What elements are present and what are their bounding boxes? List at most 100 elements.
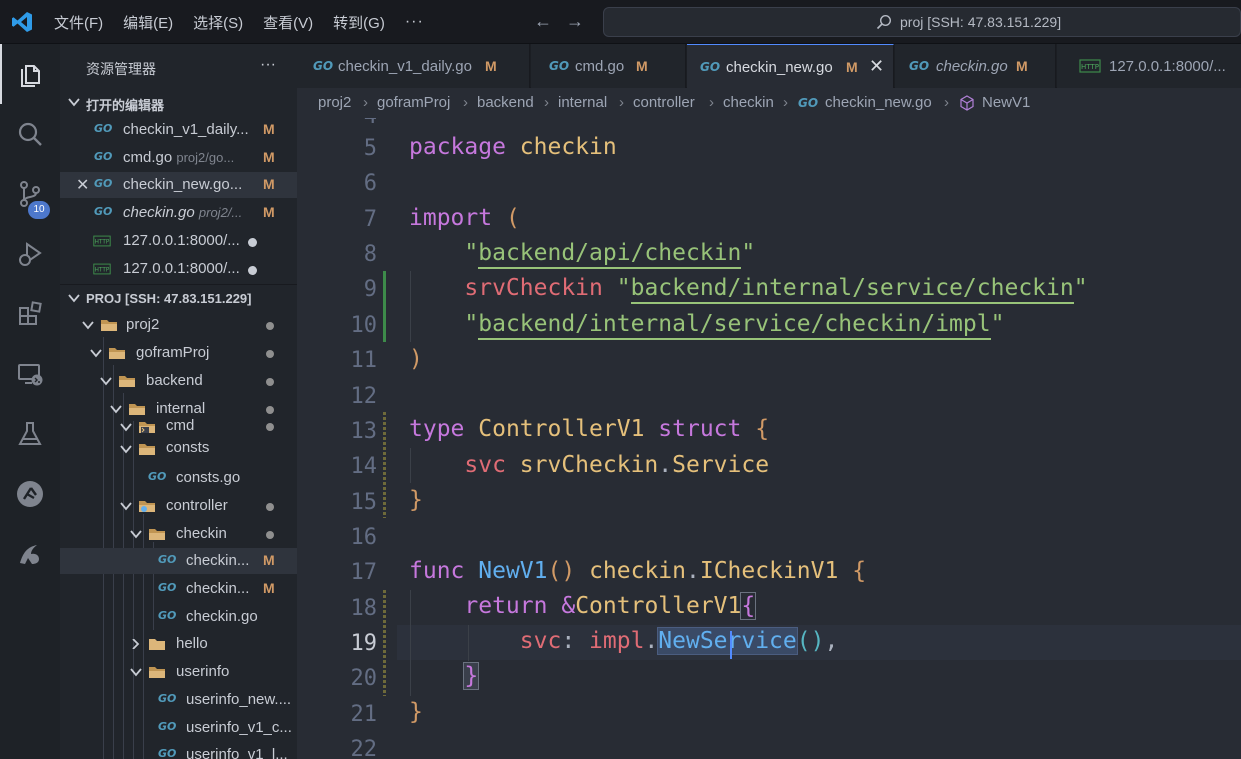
- package-ref: srvCheckin: [519, 452, 659, 478]
- code-editor[interactable]: 4 5 6 7 8 9 10 11 12 13 14 15 16 17 18 1…: [297, 118, 1241, 759]
- chevron-down-icon: [130, 668, 142, 677]
- project-label: PROJ [SSH: 47.83.151.229]: [86, 291, 252, 306]
- type-ref: ControllerV1: [575, 593, 742, 619]
- remote-explorer-button[interactable]: [0, 344, 60, 404]
- source-control-button[interactable]: 10: [0, 164, 60, 224]
- keyword: func: [409, 558, 465, 584]
- change-dot-icon: [266, 350, 274, 358]
- open-editor-label: checkin.go: [123, 204, 195, 221]
- import-path: backend/internal/service/checkin/impl: [478, 311, 991, 340]
- tab-http-request[interactable]: HTTP 127.0.0.1:8000/...: [1057, 44, 1241, 88]
- extensions-button[interactable]: [0, 284, 60, 344]
- forward-arrow-icon[interactable]: →: [566, 11, 584, 32]
- tree-folder-backend[interactable]: backend: [60, 368, 297, 394]
- tree-folder-checkin[interactable]: checkin: [60, 521, 297, 547]
- field-name: svc: [519, 628, 562, 654]
- open-editor-label-wrap: checkin.go proj2/...: [123, 204, 242, 221]
- breadcrumb-item[interactable]: NewV1: [982, 94, 1030, 111]
- scm-badge: 10: [28, 201, 50, 219]
- menu-view[interactable]: 查看(V): [263, 12, 313, 33]
- tree-file-checkin-new[interactable]: GO checkin... M: [60, 548, 297, 574]
- search-icon: [18, 122, 42, 146]
- open-editor-item-selected[interactable]: ✕ GO checkin_new.go... M: [60, 172, 297, 198]
- tree-folder-controller[interactable]: controller: [60, 493, 297, 519]
- run-debug-button[interactable]: [0, 224, 60, 284]
- change-dot-icon: [266, 423, 274, 431]
- tree-file-userinfo-v1-c[interactable]: GO userinfo_v1_c...: [60, 715, 297, 741]
- tree-label: userinfo_v1_l...: [186, 746, 288, 759]
- open-editor-item[interactable]: GO checkin.go proj2/... M: [60, 200, 297, 226]
- breadcrumb-item[interactable]: checkin: [723, 94, 774, 111]
- breadcrumb-separator-icon: ›: [709, 94, 714, 111]
- tree-label: checkin.go: [186, 608, 258, 625]
- folder-controller-icon: [139, 501, 155, 512]
- tree-folder-cmd[interactable]: cmd: [60, 416, 297, 438]
- open-editor-item[interactable]: GO checkin_v1_daily... M: [60, 117, 297, 143]
- line-number: 12: [350, 384, 378, 409]
- back-arrow-icon[interactable]: ←: [534, 11, 552, 32]
- symbol-method-icon: [960, 95, 974, 111]
- tree-label: cmd: [166, 417, 195, 434]
- tab-close-icon[interactable]: ✕: [869, 56, 884, 77]
- tab-checkin-v1-daily[interactable]: GO checkin_v1_daily.go M: [297, 44, 530, 88]
- folder-open-icon: [101, 320, 117, 331]
- menu-go[interactable]: 转到(G): [333, 12, 385, 33]
- command-center-search[interactable]: proj [SSH: 47.83.151.229]: [603, 7, 1241, 37]
- open-editor-item[interactable]: GO cmd.go proj2/go... M: [60, 145, 297, 171]
- tab-checkin[interactable]: GO checkin.go M: [895, 44, 1056, 88]
- breadcrumb-item[interactable]: goframProj: [377, 94, 450, 111]
- rapidapi-button[interactable]: [0, 524, 60, 584]
- search-icon: [876, 14, 892, 30]
- breadcrumb-item[interactable]: checkin_new.go: [825, 94, 932, 111]
- close-icon[interactable]: ✕: [76, 175, 89, 195]
- tree-folder-hello[interactable]: hello: [60, 631, 297, 657]
- open-editor-item[interactable]: HTTP 127.0.0.1:8000/...: [60, 228, 297, 254]
- menu-edit[interactable]: 编辑(E): [123, 12, 173, 33]
- type-name: ControllerV1: [478, 416, 645, 442]
- tree-folder-consts[interactable]: consts: [60, 438, 297, 460]
- tree-folder-goframproj[interactable]: goframProj: [60, 340, 297, 366]
- svg-text:HTTP: HTTP: [95, 267, 110, 273]
- go-file-icon: GO: [94, 150, 113, 163]
- go-file-icon: GO: [549, 59, 570, 73]
- brace: {: [755, 416, 770, 442]
- breadcrumb-item[interactable]: backend: [477, 94, 534, 111]
- open-editor-item[interactable]: HTTP 127.0.0.1:8000/...: [60, 256, 297, 282]
- tree-file-checkin-go[interactable]: GO checkin.go: [60, 604, 297, 630]
- modified-badge: M: [263, 176, 275, 192]
- project-header[interactable]: PROJ [SSH: 47.83.151.229]: [60, 284, 297, 310]
- breadcrumb-item[interactable]: internal: [558, 94, 607, 111]
- string-literal: "backend/internal/service/checkin": [617, 275, 1088, 304]
- tree-file-userinfo-new[interactable]: GO userinfo_new....: [60, 687, 297, 713]
- tree-label: consts.go: [176, 469, 241, 486]
- breadcrumb-item[interactable]: proj2: [318, 94, 351, 111]
- folder-open-icon: [119, 376, 135, 387]
- tree-file-consts-go[interactable]: GO consts.go: [60, 465, 297, 491]
- menu-more-icon[interactable]: ···: [405, 13, 424, 31]
- title-bar: 文件(F) 编辑(E) 选择(S) 查看(V) 转到(G) ··· ← → pr…: [0, 0, 1241, 44]
- testing-button[interactable]: [0, 404, 60, 464]
- tree-label: userinfo_new....: [186, 691, 292, 708]
- menu-file[interactable]: 文件(F): [54, 12, 103, 33]
- tree-folder-userinfo[interactable]: userinfo: [60, 659, 297, 685]
- breadcrumb-item[interactable]: controller: [633, 94, 695, 111]
- tab-checkin-new[interactable]: GO checkin_new.go M ✕: [687, 44, 894, 88]
- change-dot-icon: [266, 406, 274, 414]
- gitlens-button[interactable]: [0, 464, 60, 524]
- function-call-highlighted: NewService: [657, 627, 798, 655]
- chevron-down-icon: [82, 321, 94, 330]
- function-call-part: ervice: [713, 628, 797, 654]
- tree-file-checkin-v1[interactable]: GO checkin... M: [60, 576, 297, 602]
- folder-open-icon: [149, 667, 165, 678]
- explorer-button[interactable]: [0, 44, 60, 104]
- tab-cmd[interactable]: GO cmd.go M: [531, 44, 686, 88]
- line-number: 9: [363, 277, 377, 302]
- search-view-button[interactable]: [0, 104, 60, 164]
- modified-badge: M: [263, 552, 275, 568]
- open-editors-header[interactable]: 打开的编辑器: [60, 89, 297, 115]
- tree-file-userinfo-v1-l[interactable]: GO userinfo_v1_l...: [60, 742, 297, 759]
- run-debug-icon: [19, 242, 42, 266]
- menu-selection[interactable]: 选择(S): [193, 12, 243, 33]
- tree-folder-proj2[interactable]: proj2: [60, 312, 297, 338]
- explorer-more-icon[interactable]: ···: [260, 56, 276, 74]
